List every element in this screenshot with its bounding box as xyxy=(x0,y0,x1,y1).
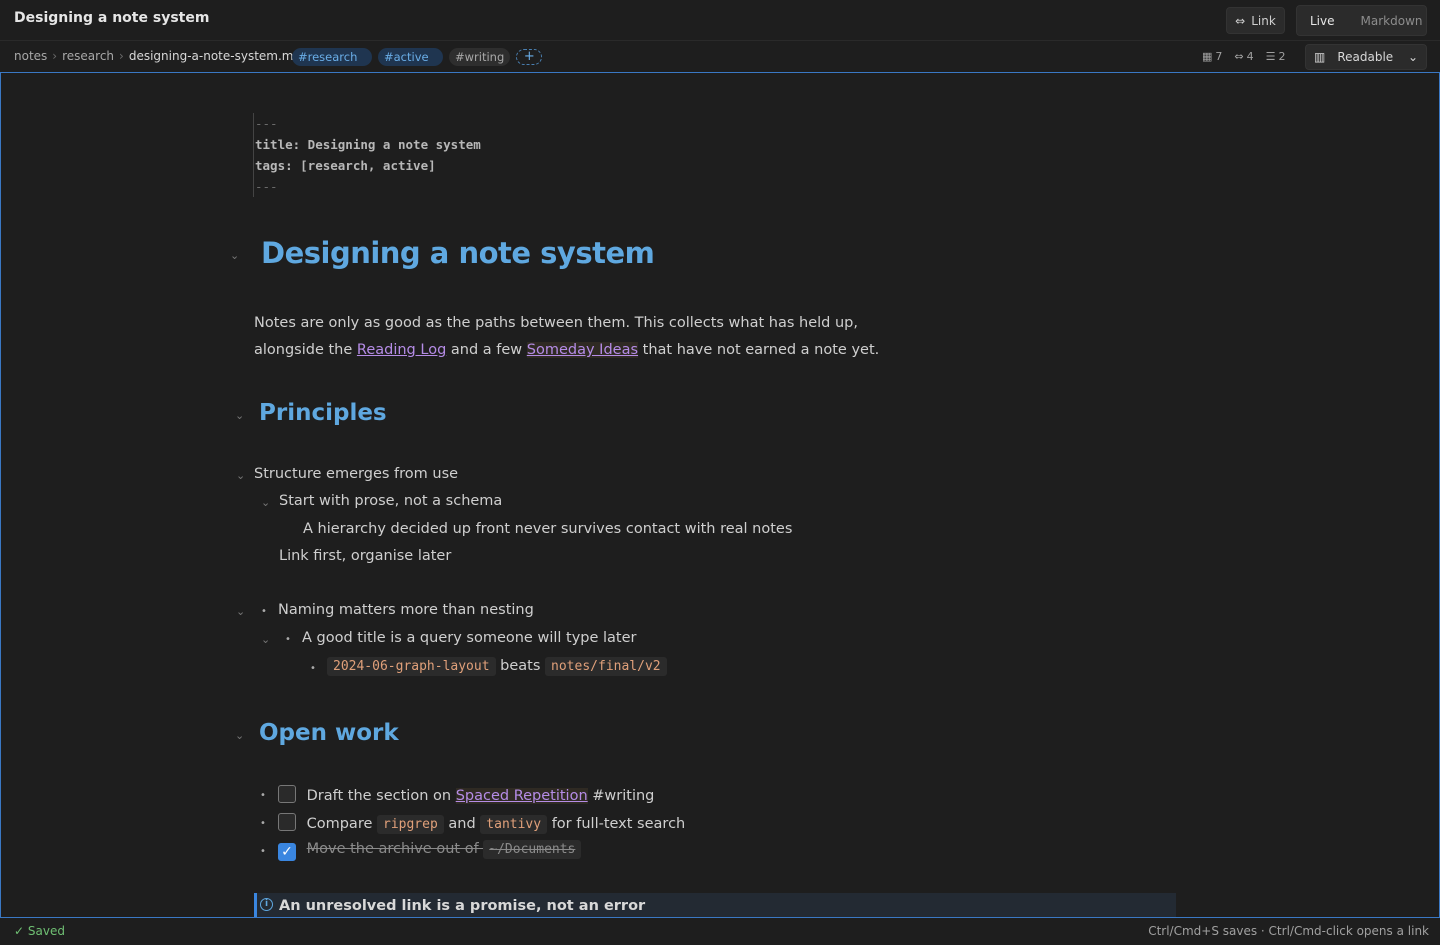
link-icon: ⇔ xyxy=(1235,13,1246,28)
mode-markdown[interactable]: Markdown xyxy=(1348,14,1436,28)
callout-title: An unresolved link is a promise, not an … xyxy=(279,898,646,914)
breadcrumb-item-research[interactable]: research xyxy=(62,49,114,63)
bullet-icon: • xyxy=(260,818,266,829)
frontmatter[interactable]: --- title: Designing a note system tags:… xyxy=(253,113,481,197)
status-bar: ✓ Saved Ctrl/Cmd+S saves · Ctrl/Cmd-clic… xyxy=(0,918,1440,945)
inline-code: notes/final/v2 xyxy=(545,657,667,676)
fold-chevron-icon[interactable]: ⌄ xyxy=(261,633,270,646)
fold-chevron-icon[interactable]: ⌄ xyxy=(261,496,270,509)
heading-1: Designing a note system xyxy=(261,236,655,270)
view-select[interactable]: ▥ Readable ⌄ xyxy=(1305,44,1427,70)
editor-pane[interactable]: --- title: Designing a note system tags:… xyxy=(0,72,1440,918)
fold-chevron-icon[interactable]: ⌄ xyxy=(236,605,245,618)
wikilink-someday-ideas[interactable]: Someday Ideas xyxy=(526,342,639,358)
tag-research[interactable]: #research xyxy=(292,48,372,66)
link-button-label: Link xyxy=(1251,13,1276,28)
bullet-icon: • xyxy=(260,846,266,857)
save-status: ✓ Saved xyxy=(14,924,65,938)
intro-paragraph: Notes are only as good as the paths betw… xyxy=(254,315,880,358)
mode-live[interactable]: Live xyxy=(1297,14,1348,28)
fold-chevron-icon[interactable]: ⌄ xyxy=(230,249,239,262)
add-tag-button[interactable]: + xyxy=(516,49,543,65)
breadcrumb-separator: › xyxy=(119,49,124,63)
document-stats: ▦ 7 ⇔ 4 ☰ 2 xyxy=(1202,50,1286,63)
task-checkbox-checked[interactable]: ✓ xyxy=(278,843,296,861)
frontmatter-tags: tags: [research, active] xyxy=(255,158,436,173)
tag-writing[interactable]: #writing xyxy=(449,48,511,66)
task-checkbox[interactable] xyxy=(278,813,296,831)
heading-principles: Principles xyxy=(259,400,387,426)
fold-chevron-icon[interactable]: ⌄ xyxy=(235,409,244,422)
link-icon: ⇔ xyxy=(1234,50,1244,63)
task-count: ☰ 2 xyxy=(1265,50,1286,63)
bullet-icon: • xyxy=(310,663,316,674)
wikilink-reading-log[interactable]: Reading Log xyxy=(357,342,446,358)
breadcrumb-item-file: designing-a-note-system.md xyxy=(128,49,302,63)
inline-code: ripgrep xyxy=(377,815,444,834)
info-icon: i xyxy=(260,898,273,911)
fold-chevron-icon[interactable]: ⌄ xyxy=(235,729,244,742)
shortcut-hint: Ctrl/Cmd+S saves · Ctrl/Cmd-click opens … xyxy=(1148,924,1429,938)
breadcrumb: notes › research › designing-a-note-syst… xyxy=(14,49,301,63)
list-item: A hierarchy decided up front never survi… xyxy=(303,521,793,537)
task-item: Compare ripgrep and tantivy for full-tex… xyxy=(278,813,685,834)
bullet-icon: • xyxy=(260,790,266,801)
blocks-icon: ▦ xyxy=(1202,50,1213,63)
inline-code: tantivy xyxy=(480,815,548,834)
task-checkbox[interactable] xyxy=(278,785,296,803)
inline-code: ~/Documents xyxy=(483,840,582,859)
fold-chevron-icon[interactable]: ⌄ xyxy=(236,469,245,482)
wikilink-spaced-repetition[interactable]: Spaced Repetition xyxy=(455,788,588,804)
list-item: A good title is a query someone will typ… xyxy=(302,630,637,646)
inline-code: 2024-06-graph-layout xyxy=(327,657,496,676)
list-item: 2024-06-graph-layout beats notes/final/v… xyxy=(327,657,667,676)
link-count: ⇔ 4 xyxy=(1234,50,1254,63)
task-item-done: ✓ Move the archive out of ~/Documents xyxy=(278,840,582,861)
title-bar: Designing a note system ⇔ Link Live Mark… xyxy=(0,0,1440,41)
chevron-down-icon: ⌄ xyxy=(1407,50,1418,64)
breadcrumb-item-notes[interactable]: notes xyxy=(14,49,47,63)
task-item: Draft the section on Spaced Repetition #… xyxy=(278,785,654,804)
list-icon: ☰ xyxy=(1265,50,1276,63)
document-title: Designing a note system xyxy=(14,10,210,26)
check-icon: ✓ xyxy=(14,924,25,938)
breadcrumb-separator: › xyxy=(52,49,58,63)
list-item: Start with prose, not a schema xyxy=(279,493,503,509)
list-item: Structure emerges from use xyxy=(254,466,459,482)
heading-open-work: Open work xyxy=(259,720,399,746)
list-item: Naming matters more than nesting xyxy=(278,602,534,618)
callout: i An unresolved link is a promise, not a… xyxy=(254,893,1176,917)
bullet-icon: • xyxy=(261,606,267,617)
tag-list: #research #active #writing + xyxy=(292,48,543,66)
list-item: Link first, organise later xyxy=(279,548,452,564)
mode-switch: Live Markdown xyxy=(1296,5,1427,36)
tag-active[interactable]: #active xyxy=(378,48,443,66)
view-select-label: Readable xyxy=(1337,50,1394,64)
block-count: ▦ 7 xyxy=(1202,50,1223,63)
layout-icon: ▥ xyxy=(1314,50,1326,64)
bullet-icon: • xyxy=(285,634,291,645)
frontmatter-title: title: Designing a note system xyxy=(255,137,481,152)
breadcrumb-bar: notes › research › designing-a-note-syst… xyxy=(0,42,1440,72)
link-button[interactable]: ⇔ Link xyxy=(1226,7,1285,34)
